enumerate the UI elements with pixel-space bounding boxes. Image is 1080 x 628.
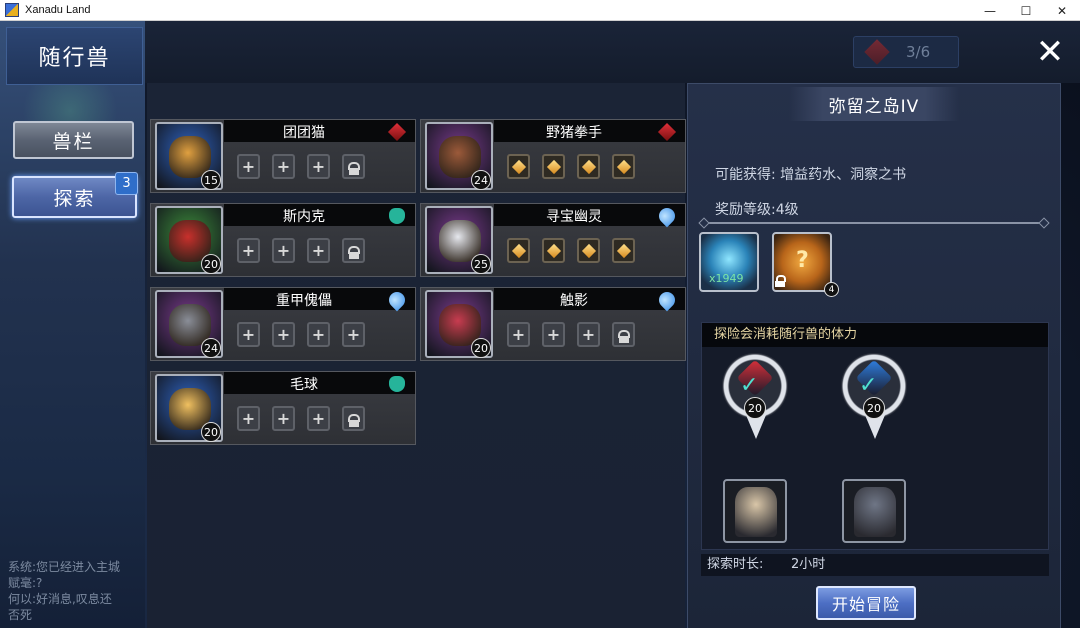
maximize-button[interactable]: ☐	[1008, 0, 1044, 21]
pets-tab-button[interactable]: 兽栏	[13, 121, 134, 159]
add-equipment-slot[interactable]: +	[237, 238, 260, 263]
item-level-badge: 4	[824, 282, 839, 297]
gem-equipment-slot[interactable]	[507, 154, 530, 179]
pet-card[interactable]: 重甲傀儡 24 + + + +	[150, 287, 416, 361]
wind-element-icon	[389, 208, 405, 224]
stamina-counter: 3/6	[853, 36, 959, 68]
pet-card[interactable]: 斯内克 20 + + +	[150, 203, 416, 277]
window-close-button[interactable]: ✕	[1044, 0, 1080, 21]
gem-equipment-slot[interactable]	[612, 154, 635, 179]
pet-name: 重甲傀儡	[276, 293, 332, 309]
add-equipment-slot[interactable]: +	[237, 406, 260, 431]
locked-slot	[342, 406, 365, 431]
reward-level-text: 奖励等级:4级	[715, 202, 799, 218]
pet-name: 寻宝幽灵	[546, 209, 602, 225]
pet-card[interactable]: 触影 20 + + +	[420, 287, 686, 361]
fire-stat-requirement: ✓ 20	[722, 353, 788, 445]
gem-equipment-slot[interactable]	[577, 238, 600, 263]
potion-count: x1949	[709, 272, 744, 285]
locked-slot	[612, 322, 635, 347]
exploration-requirements-box: 探险会消耗随行兽的体力 ✓ 20 ✓ 20	[701, 322, 1049, 550]
divider	[702, 222, 1046, 224]
exploration-duration: 探索时长: 2小时	[701, 554, 1049, 576]
chat-line: 否死	[8, 608, 33, 622]
assigned-pet-slot[interactable]	[842, 479, 906, 543]
pet-level-badge: 24	[201, 338, 221, 358]
chat-line: 赋毫:?	[8, 576, 43, 590]
app-icon	[5, 3, 19, 17]
add-equipment-slot[interactable]: +	[272, 406, 295, 431]
water-stat-requirement: ✓ 20	[841, 353, 907, 445]
wind-element-icon	[389, 376, 405, 392]
add-equipment-slot[interactable]: +	[237, 322, 260, 347]
pet-name: 触影	[560, 293, 588, 309]
add-equipment-slot[interactable]: +	[237, 154, 260, 179]
locked-slot	[342, 238, 365, 263]
add-equipment-slot[interactable]: +	[307, 322, 330, 347]
pet-name: 野猪拳手	[546, 125, 602, 141]
armored-knight-pet-icon	[735, 487, 777, 537]
chat-line: 系统:您已经进入主城	[8, 560, 121, 574]
left-background	[0, 21, 145, 628]
game-viewport: 随行兽 3/6 ✕ 兽栏 探索 3 系统:您已经进入主城 赋毫:? 何以:好消息…	[0, 21, 1080, 628]
close-button[interactable]: ✕	[1032, 35, 1068, 71]
pet-name: 团团猫	[283, 125, 325, 141]
chat-line: 何以:好消息,叹息还	[8, 592, 112, 606]
explore-note: 探险会消耗随行兽的体力	[702, 323, 1048, 347]
add-equipment-slot[interactable]: +	[272, 322, 295, 347]
pet-level-badge: 25	[471, 254, 491, 274]
locked-slot	[342, 154, 365, 179]
pet-list-panel: 团团猫 15 + + + 野猪拳手 24 斯内克 20 + + + 寻宝幽灵 25 重甲傀儡 24 + + + + 触影…	[147, 83, 686, 628]
window-title: Xanadu Land	[25, 4, 91, 16]
page-title-box: 随行兽	[6, 27, 143, 85]
possible-rewards-text: 可能获得: 增益药水、洞察之书	[715, 167, 907, 183]
pet-level-badge: 20	[201, 422, 221, 442]
checkmark-icon: ✓	[740, 373, 759, 398]
gray-wolf-pet-icon	[854, 487, 896, 537]
add-equipment-slot[interactable]: +	[272, 154, 295, 179]
gem-equipment-slot[interactable]	[507, 238, 530, 263]
lock-icon	[774, 275, 786, 287]
duration-label: 探索时长:	[707, 557, 764, 572]
gem-equipment-slot[interactable]	[542, 238, 565, 263]
gem-equipment-slot[interactable]	[577, 154, 600, 179]
pet-level-badge: 24	[471, 170, 491, 190]
page-title: 随行兽	[38, 46, 111, 71]
add-equipment-slot[interactable]: +	[577, 322, 600, 347]
assigned-pet-slot[interactable]	[723, 479, 787, 543]
gem-equipment-slot[interactable]	[612, 238, 635, 263]
requirement-value: 20	[744, 397, 766, 419]
pet-card[interactable]: 寻宝幽灵 25	[420, 203, 686, 277]
add-equipment-slot[interactable]: +	[307, 154, 330, 179]
add-equipment-slot[interactable]: +	[272, 238, 295, 263]
add-equipment-slot[interactable]: +	[507, 322, 530, 347]
start-adventure-button[interactable]: 开始冒险	[816, 586, 916, 620]
pet-name: 斯内克	[283, 209, 325, 225]
add-equipment-slot[interactable]: +	[307, 406, 330, 431]
explore-count-badge: 3	[115, 172, 138, 195]
duration-value: 2小时	[791, 557, 826, 572]
checkmark-icon: ✓	[859, 373, 878, 398]
add-equipment-slot[interactable]: +	[542, 322, 565, 347]
window-titlebar: Xanadu Land — ☐ ✕	[0, 0, 1080, 21]
stamina-value: 3/6	[906, 43, 931, 61]
system-chat: 系统:您已经进入主城 赋毫:? 何以:好消息,叹息还 否死	[8, 559, 148, 623]
pet-card[interactable]: 毛球 20 + + +	[150, 371, 416, 445]
island-title: 弥留之岛IV	[789, 87, 959, 121]
stamina-icon	[864, 39, 890, 65]
gem-equipment-slot[interactable]	[542, 154, 565, 179]
pet-card[interactable]: 团团猫 15 + + +	[150, 119, 416, 193]
requirement-value: 20	[863, 397, 885, 419]
add-equipment-slot[interactable]: +	[342, 322, 365, 347]
pet-level-badge: 15	[201, 170, 221, 190]
minimize-button[interactable]: —	[972, 0, 1008, 21]
pet-name: 毛球	[290, 377, 318, 393]
exploration-detail-panel: 弥留之岛IV 可能获得: 增益药水、洞察之书 奖励等级:4级 x1949 4 探…	[687, 83, 1061, 628]
pet-card[interactable]: 野猪拳手 24	[420, 119, 686, 193]
window-controls: — ☐ ✕	[972, 0, 1080, 21]
pet-level-badge: 20	[471, 338, 491, 358]
pet-level-badge: 20	[201, 254, 221, 274]
add-equipment-slot[interactable]: +	[307, 238, 330, 263]
